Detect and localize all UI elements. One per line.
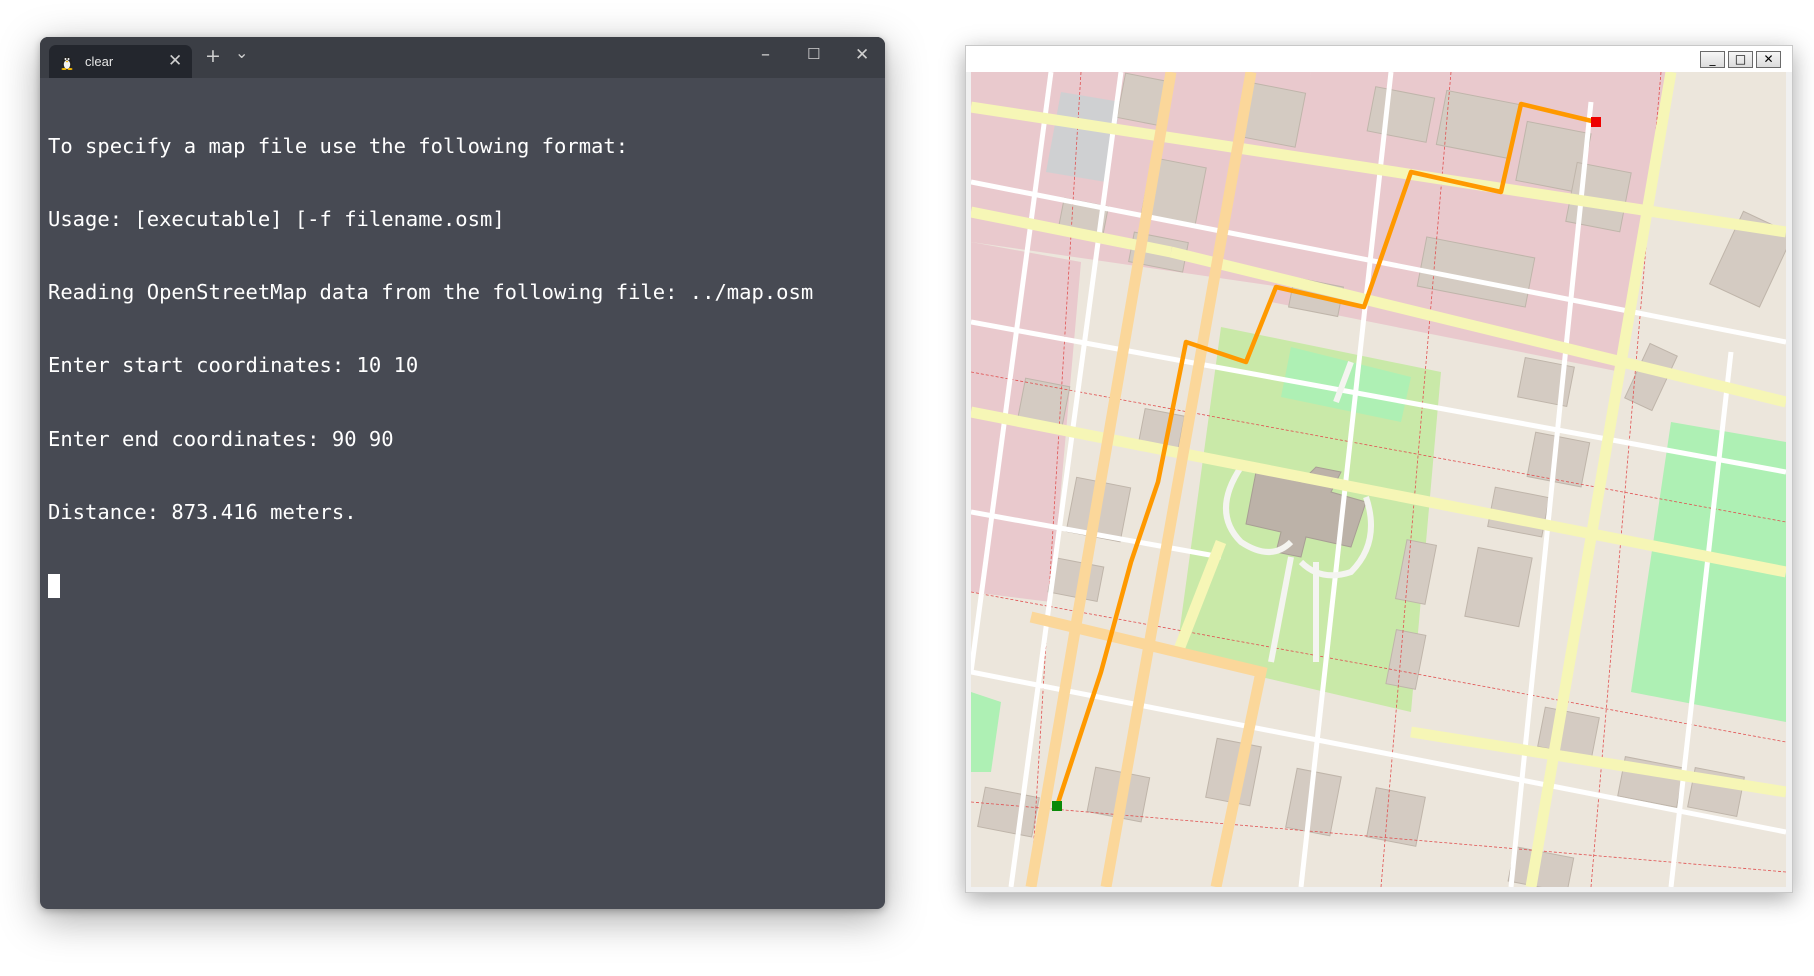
close-button[interactable]: ✕ [855, 45, 869, 65]
minimize-button[interactable]: – [761, 44, 770, 65]
maximize-button[interactable]: ☐ [807, 45, 820, 63]
text-cursor [48, 574, 60, 599]
tab-label: clear [85, 54, 114, 69]
terminal-titlebar: clear ✕ + ⌄ – ☐ ✕ [40, 37, 885, 78]
output-line: Reading OpenStreetMap data from the foll… [48, 280, 814, 305]
output-line: Enter start coordinates: 10 10 [48, 353, 419, 378]
output-line: To specify a map file use the following … [48, 133, 629, 158]
tab-clear[interactable]: clear ✕ [49, 45, 192, 78]
map-canvas[interactable] [971, 72, 1786, 887]
map-maximize-button[interactable]: □ [1728, 51, 1753, 68]
new-tab-button[interactable]: + [205, 45, 221, 67]
map-window: _ □ ✕ [965, 45, 1793, 893]
output-line: Enter end coordinates: 90 90 [48, 426, 394, 451]
terminal-window: clear ✕ + ⌄ – ☐ ✕ To specify a map file … [40, 37, 885, 909]
tab-close-icon[interactable]: ✕ [168, 51, 182, 71]
linux-tux-icon [61, 56, 73, 70]
end-marker[interactable] [1591, 117, 1601, 127]
street-map [971, 72, 1786, 887]
output-line: Usage: [executable] [-f filename.osm] [48, 207, 505, 232]
tab-dropdown-icon[interactable]: ⌄ [235, 43, 248, 62]
start-marker[interactable] [1052, 801, 1062, 811]
map-close-button[interactable]: ✕ [1756, 51, 1781, 68]
map-minimize-button[interactable]: _ [1700, 51, 1725, 68]
building [1366, 787, 1426, 847]
terminal-output[interactable]: To specify a map file use the following … [48, 85, 877, 909]
map-titlebar: _ □ ✕ [966, 46, 1792, 72]
output-line: Distance: 873.416 meters. [48, 499, 357, 524]
